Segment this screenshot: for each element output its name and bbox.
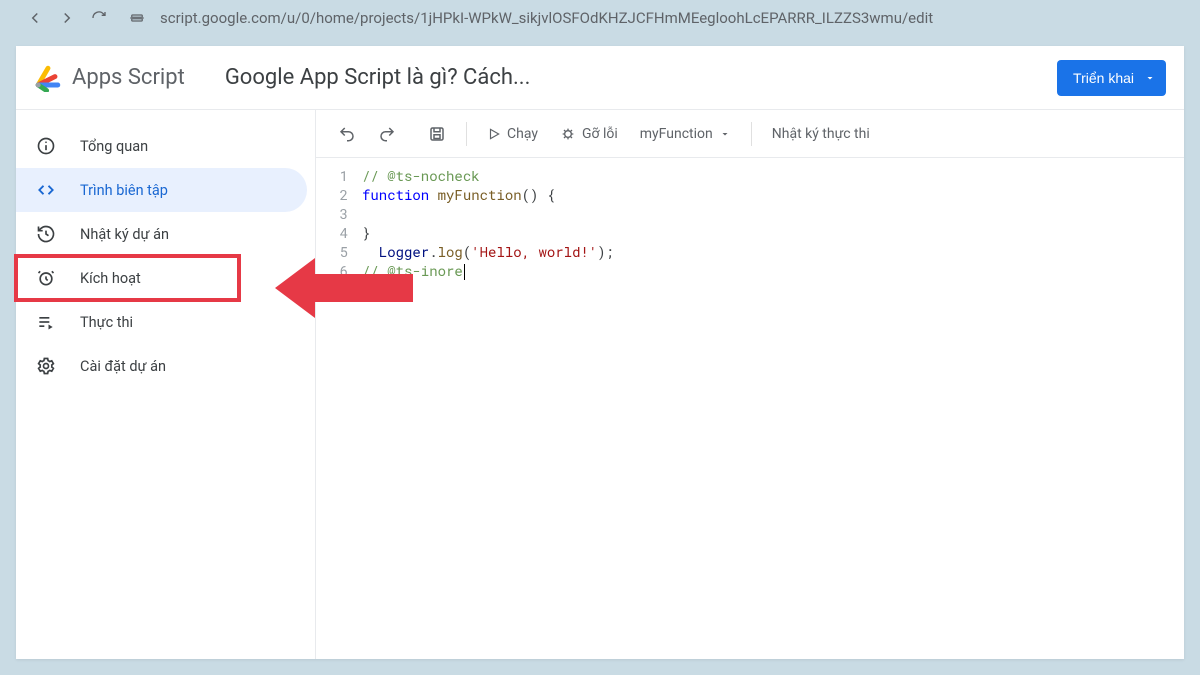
- reload-icon[interactable]: [90, 9, 108, 27]
- sidebar-item-label: Kích hoạt: [80, 270, 141, 287]
- browser-bar: script.google.com/u/0/home/projects/1jHP…: [16, 0, 1184, 36]
- code-icon: [34, 178, 58, 202]
- line-gutter: 123456: [316, 166, 362, 659]
- editor-toolbar: Chạy Gỡ lỗi myFunction Nhật ký thực thi: [316, 110, 1184, 158]
- product-logo[interactable]: Apps Script: [34, 64, 185, 92]
- debug-label: Gỡ lỗi: [582, 126, 618, 142]
- gear-icon: [34, 354, 58, 378]
- apps-script-logo-icon: [34, 64, 62, 92]
- function-selected-label: myFunction: [640, 126, 713, 142]
- run-label: Chạy: [507, 126, 538, 142]
- execution-log-button[interactable]: Nhật ký thực thi: [764, 118, 878, 150]
- debug-button[interactable]: Gỡ lỗi: [552, 118, 626, 150]
- app-window: Apps Script Google App Script là gì? Các…: [16, 46, 1184, 659]
- site-info-icon[interactable]: [128, 9, 146, 27]
- code-content[interactable]: // @ts-nocheckfunction myFunction() { } …: [362, 166, 1184, 659]
- sidebar-item-triggers[interactable]: Kích hoạt: [16, 256, 239, 300]
- bug-icon: [560, 126, 576, 142]
- sidebar-item-label: Tổng quan: [80, 138, 148, 155]
- playlist-icon: [34, 310, 58, 334]
- app-body: Tổng quan Trình biên tập Nhật ký dự án K…: [16, 110, 1184, 659]
- sidebar-item-label: Trình biên tập: [80, 182, 168, 199]
- forward-icon[interactable]: [58, 9, 76, 27]
- chevron-down-icon: [1144, 72, 1156, 84]
- sidebar-item-executions[interactable]: Thực thi: [16, 300, 307, 344]
- sidebar-item-editor[interactable]: Trình biên tập: [16, 168, 307, 212]
- save-button[interactable]: [420, 118, 454, 150]
- deploy-button[interactable]: Triển khai: [1057, 60, 1166, 96]
- header: Apps Script Google App Script là gì? Các…: [16, 46, 1184, 110]
- redo-button[interactable]: [370, 118, 404, 150]
- sidebar-item-overview[interactable]: Tổng quan: [16, 124, 307, 168]
- url-text[interactable]: script.google.com/u/0/home/projects/1jHP…: [160, 9, 933, 27]
- sidebar-item-label: Nhật ký dự án: [80, 226, 169, 243]
- redo-icon: [378, 125, 396, 143]
- project-title[interactable]: Google App Script là gì? Cách...: [225, 65, 1045, 90]
- product-name: Apps Script: [72, 65, 185, 90]
- deploy-label: Triển khai: [1073, 70, 1134, 86]
- sidebar-item-settings[interactable]: Cài đặt dự án: [16, 344, 307, 388]
- code-editor[interactable]: 123456 // @ts-nocheckfunction myFunction…: [316, 158, 1184, 659]
- sidebar-item-history[interactable]: Nhật ký dự án: [16, 212, 307, 256]
- sidebar-item-label: Cài đặt dự án: [80, 358, 166, 375]
- save-icon: [428, 125, 446, 143]
- function-select[interactable]: myFunction: [632, 126, 739, 142]
- chevron-down-icon: [719, 128, 731, 140]
- editor-pane: Chạy Gỡ lỗi myFunction Nhật ký thực thi …: [316, 110, 1184, 659]
- execution-log-label: Nhật ký thực thi: [772, 126, 870, 142]
- info-icon: [34, 134, 58, 158]
- sidebar: Tổng quan Trình biên tập Nhật ký dự án K…: [16, 110, 316, 659]
- undo-icon: [338, 125, 356, 143]
- back-icon[interactable]: [26, 9, 44, 27]
- play-icon: [487, 127, 501, 141]
- undo-button[interactable]: [330, 118, 364, 150]
- run-button[interactable]: Chạy: [479, 118, 546, 150]
- history-icon: [34, 222, 58, 246]
- sidebar-item-label: Thực thi: [80, 314, 133, 331]
- alarm-icon: [34, 266, 58, 290]
